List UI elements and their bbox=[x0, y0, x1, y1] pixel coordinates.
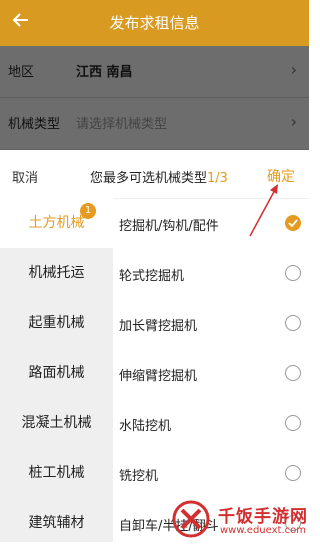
watermark-name: 千饭手游网 bbox=[218, 507, 308, 527]
chevron-right-icon: › bbox=[290, 60, 297, 79]
category-label: 建筑辅材 bbox=[28, 515, 85, 531]
option-item[interactable]: 伸缩臂挖掘机 bbox=[113, 348, 309, 398]
machine-type-placeholder: 请选择机械类型 bbox=[76, 117, 168, 132]
machine-type-label: 机械类型 bbox=[8, 117, 61, 132]
category-badge: 1 bbox=[80, 203, 96, 219]
category-label: 起重机械 bbox=[28, 315, 85, 331]
option-label: 水陆挖机 bbox=[119, 419, 172, 434]
category-label: 桩工机械 bbox=[28, 465, 85, 481]
category-item[interactable]: 混凝土机械 bbox=[0, 398, 113, 448]
watermark: 千饭手游网 www.eduext.com bbox=[160, 498, 309, 542]
category-label: 混凝土机械 bbox=[21, 415, 92, 431]
option-label: 加长臂挖掘机 bbox=[119, 319, 198, 334]
radio-empty-icon[interactable] bbox=[285, 465, 301, 481]
page-title: 发布求租信息 bbox=[109, 14, 200, 32]
app-header: 发布求租信息 bbox=[0, 0, 309, 46]
watermark-url: www.eduext.com bbox=[220, 525, 306, 536]
region-label: 地区 bbox=[8, 65, 35, 80]
option-list: 挖掘机/钩机/配件 轮式挖掘机 加长臂挖掘机 伸缩臂挖掘机 水陆挖机 铣挖机 自… bbox=[113, 198, 309, 542]
watermark-logo-icon bbox=[172, 500, 210, 538]
radio-empty-icon[interactable] bbox=[285, 365, 301, 381]
category-label: 土方机械 bbox=[28, 215, 85, 231]
category-item[interactable]: 土方机械 1 bbox=[0, 198, 113, 248]
option-label: 伸缩臂挖掘机 bbox=[119, 369, 198, 384]
option-item[interactable]: 铣挖机 bbox=[113, 448, 309, 498]
cancel-button[interactable]: 取消 bbox=[12, 167, 38, 186]
selection-hint: 您最多可选机械类型1/3 bbox=[90, 167, 228, 186]
hint-text: 您最多可选机械类型 bbox=[90, 171, 208, 186]
category-item[interactable]: 起重机械 bbox=[0, 298, 113, 348]
category-item[interactable]: 建筑辅材 bbox=[0, 498, 113, 548]
option-label: 铣挖机 bbox=[119, 469, 159, 484]
region-value: 江西 南昌 bbox=[76, 65, 133, 80]
category-list: 土方机械 1 机械托运 起重机械 路面机械 混凝土机械 桩工机械 建筑辅材 bbox=[0, 198, 113, 542]
radio-empty-icon[interactable] bbox=[285, 415, 301, 431]
category-label: 路面机械 bbox=[28, 365, 85, 381]
option-item[interactable]: 加长臂挖掘机 bbox=[113, 298, 309, 348]
category-item[interactable]: 桩工机械 bbox=[0, 448, 113, 498]
category-label: 机械托运 bbox=[28, 265, 85, 281]
radio-empty-icon[interactable] bbox=[285, 315, 301, 331]
checkmark-icon[interactable] bbox=[285, 215, 301, 231]
option-item[interactable]: 水陆挖机 bbox=[113, 398, 309, 448]
category-item[interactable]: 路面机械 bbox=[0, 348, 113, 398]
selection-count: 1/3 bbox=[207, 171, 228, 186]
chevron-right-icon: › bbox=[290, 112, 297, 131]
form-overlay[interactable]: 地区 江西 南昌 › 机械类型 请选择机械类型 › bbox=[0, 46, 309, 150]
option-item[interactable]: 轮式挖掘机 bbox=[113, 248, 309, 298]
machine-type-row[interactable]: 机械类型 请选择机械类型 › bbox=[0, 98, 309, 150]
category-item[interactable]: 机械托运 bbox=[0, 248, 113, 298]
radio-empty-icon[interactable] bbox=[285, 265, 301, 281]
region-row[interactable]: 地区 江西 南昌 › bbox=[0, 46, 309, 98]
option-label: 挖掘机/钩机/配件 bbox=[119, 219, 219, 234]
annotation-arrow-icon bbox=[249, 184, 278, 237]
option-label: 轮式挖掘机 bbox=[119, 269, 185, 284]
